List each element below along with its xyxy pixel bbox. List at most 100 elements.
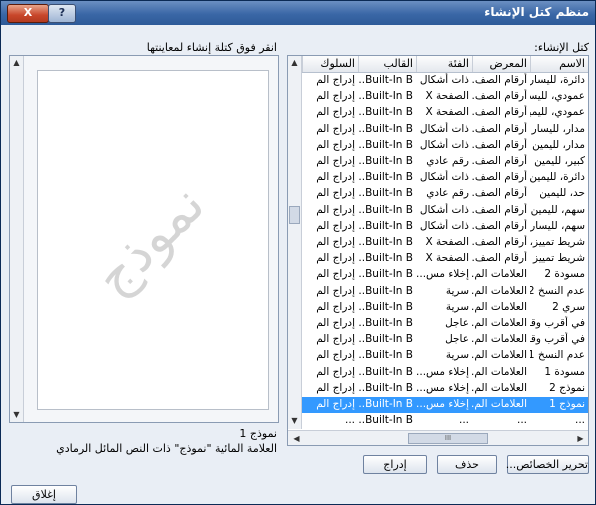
cell-behavior: إدراج الم	[316, 90, 355, 103]
cell-gallery: العلامات الم...	[472, 398, 527, 410]
cell-behavior: إدراج الم	[316, 349, 355, 362]
table-row[interactable]: مسودة 1 العلامات الم...إخلاء مس...Built-I…	[302, 365, 588, 381]
cell-gallery: العلامات الم...	[472, 365, 527, 378]
cell-template: Built-In B...	[358, 90, 413, 103]
cell-template: Built-In B...	[358, 155, 413, 167]
edit-properties-button[interactable]: تحرير الخصائص...	[506, 455, 589, 474]
cell-template: Built-In B...	[358, 398, 413, 410]
cell-template: Built-In B...	[358, 203, 413, 216]
column-header-gallery[interactable]: المعرض	[472, 56, 530, 72]
cell-name: في أقرب وقت ...	[530, 317, 585, 329]
table-row[interactable]: في أقرب وقت ...العلامات الم...عاجل Built-…	[302, 332, 588, 348]
table-row[interactable]: دائرة، لليسارأرقام الصف...ذات أشكال Built…	[302, 73, 588, 89]
insert-button[interactable]: إدراج	[363, 455, 427, 474]
watermark-text: نموذج	[83, 174, 217, 308]
table-row[interactable]: سهم، لليسارأرقام الصف...ذات أشكال Built-I…	[302, 219, 588, 235]
cell-category: سرية	[445, 300, 469, 313]
table-row[interactable]: عمودي، لليمينأرقام الصف...الصفحة X Built-…	[302, 105, 588, 121]
list-header: الاسم المعرض الفئة القالب السلوك	[302, 56, 588, 73]
cell-template: Built-In B...	[358, 365, 413, 378]
preview-scroll-down-icon[interactable]: ▼	[10, 410, 23, 419]
scroll-up-icon[interactable]: ▲	[288, 58, 301, 67]
preview-pane: ▲ ▼ نموذج	[9, 55, 279, 423]
cell-behavior: إدراج الم	[316, 171, 355, 184]
scroll-down-icon[interactable]: ▼	[288, 416, 301, 425]
table-row[interactable]: مدار، لليمين أرقام الصف...ذات أشكال Built-…	[302, 138, 588, 154]
column-header-category[interactable]: الفئة	[416, 56, 472, 72]
table-row[interactable]: عدم النسخ 1العلامات الم...سرية Built-In B…	[302, 348, 588, 364]
cell-category: رقم عادي	[426, 187, 469, 200]
cell-template: Built-In B...	[358, 349, 413, 362]
cell-gallery: أرقام الصف...	[472, 203, 527, 216]
cell-behavior: إدراج الم	[316, 381, 355, 394]
table-row[interactable]: مسودة 2 العلامات الم...إخلاء مس...Built-I…	[302, 267, 588, 283]
selected-item-description: العلامة المائية "نموذج" ذات النص المائل …	[56, 442, 277, 455]
cell-behavior: إدراج الم	[316, 106, 355, 119]
cell-gallery: أرقام الصف...	[472, 74, 527, 86]
cell-template: Built-In B...	[358, 284, 413, 297]
preview-scrollbar[interactable]: ▲ ▼	[10, 56, 24, 422]
cell-name: عدم النسخ 2	[530, 284, 585, 297]
cell-behavior: إدراج الم	[316, 155, 355, 167]
cell-gallery: العلامات الم...	[472, 284, 527, 297]
cell-gallery: أرقام الصف...	[472, 106, 527, 119]
table-row[interactable]: عدم النسخ 2العلامات الم...سرية Built-In B…	[302, 284, 588, 300]
selected-item-name: نموذج 1	[239, 427, 277, 440]
table-row[interactable]: سري 2 العلامات الم...سرية Built-In B...إدر…	[302, 300, 588, 316]
cell-name: كبير، لليمين	[534, 155, 585, 167]
cell-category: ذات أشكال	[419, 171, 469, 184]
table-row[interactable]: عمودي، لليسارأرقام الصف...الصفحة X Built-…	[302, 89, 588, 105]
cell-behavior: ...	[344, 414, 355, 427]
cell-name: في أقرب وقت ...	[530, 333, 585, 346]
cell-category: إخلاء مس...	[416, 381, 469, 394]
cell-gallery: أرقام الصف...	[472, 155, 527, 167]
table-row[interactable]: شريط تمييز ل...أرقام الصف...الصفحة X Buil…	[302, 251, 588, 267]
cell-name: حد، لليمين	[539, 187, 585, 200]
cell-gallery: أرقام الصف...	[472, 122, 527, 135]
preview-scroll-up-icon[interactable]: ▲	[10, 58, 23, 67]
building-blocks-list[interactable]: ▲ ▼ الاسم المعرض الفئة القالب السلوك دائ…	[287, 55, 589, 446]
cell-category: الصفحة X	[425, 90, 469, 103]
table-row[interactable]: نموذج 2 العلامات الم...إخلاء مس...Built-I…	[302, 381, 588, 397]
cell-category: ذات أشكال	[419, 219, 469, 232]
delete-button[interactable]: حذف	[437, 455, 497, 474]
cell-template: Built-In B...	[358, 317, 413, 329]
table-row[interactable]: حد، لليمين أرقام الصف...رقم عادي Built-In …	[302, 186, 588, 202]
scroll-left-icon[interactable]: ◀	[290, 434, 303, 443]
cell-behavior: إدراج الم	[316, 268, 355, 281]
cell-template: Built-In B...	[358, 381, 413, 394]
column-header-name[interactable]: الاسم	[530, 56, 588, 72]
cell-template: Built-In B...	[358, 268, 413, 281]
list-vertical-scrollbar[interactable]: ▲ ▼	[288, 56, 302, 429]
cell-template: Built-In B...	[358, 138, 413, 151]
cell-gallery: العلامات الم...	[472, 300, 527, 313]
cell-category: الصفحة X	[425, 236, 469, 248]
table-row[interactable]: كبير، لليمين أرقام الصف...رقم عادي Built-I…	[302, 154, 588, 170]
column-header-template[interactable]: القالب	[358, 56, 416, 72]
list-horizontal-scrollbar[interactable]: ◀ III ▶	[288, 430, 588, 445]
cell-gallery: العلامات الم...	[472, 317, 527, 329]
close-window-button[interactable]: X	[7, 4, 49, 23]
cell-name: سهم، لليسار	[530, 219, 585, 232]
table-row[interactable]: شريط تمييز، ...أرقام الصف...الصفحة X Buil…	[302, 235, 588, 251]
column-header-behavior[interactable]: السلوك	[302, 56, 358, 72]
table-row[interactable]: نموذج 1 العلامات الم...إخلاء مس...Built-I…	[302, 397, 588, 413]
cell-behavior: إدراج الم	[316, 300, 355, 313]
cell-template: Built-In B...	[358, 414, 413, 427]
scroll-right-icon[interactable]: ▶	[574, 434, 587, 443]
list-scroll-thumb[interactable]	[289, 206, 300, 224]
help-button[interactable]: ?	[48, 4, 76, 23]
horizontal-scroll-thumb[interactable]: III	[408, 433, 488, 444]
cell-name: دائرة، لليسار	[530, 74, 585, 86]
table-row[interactable]: مدار، لليسار أرقام الصف...ذات أشكال Built-…	[302, 122, 588, 138]
cell-category: إخلاء مس...	[416, 365, 469, 378]
cell-template: Built-In B...	[358, 74, 413, 86]
table-row[interactable]: دائرة، لليمينأرقام الصف...ذات أشكال Built…	[302, 170, 588, 186]
cell-template: Built-In B...	[358, 219, 413, 232]
table-row[interactable]: .........Built-In B......	[302, 413, 588, 429]
close-button[interactable]: إغلاق	[11, 485, 77, 504]
table-row[interactable]: سهم، لليمينأرقام الصف...ذات أشكال Built-I…	[302, 203, 588, 219]
table-row[interactable]: في أقرب وقت ...العلامات الم...عاجل Built-…	[302, 316, 588, 332]
title-bar: X ? منظم كتل الإنشاء	[1, 1, 595, 25]
cell-gallery: العلامات الم...	[472, 381, 527, 394]
